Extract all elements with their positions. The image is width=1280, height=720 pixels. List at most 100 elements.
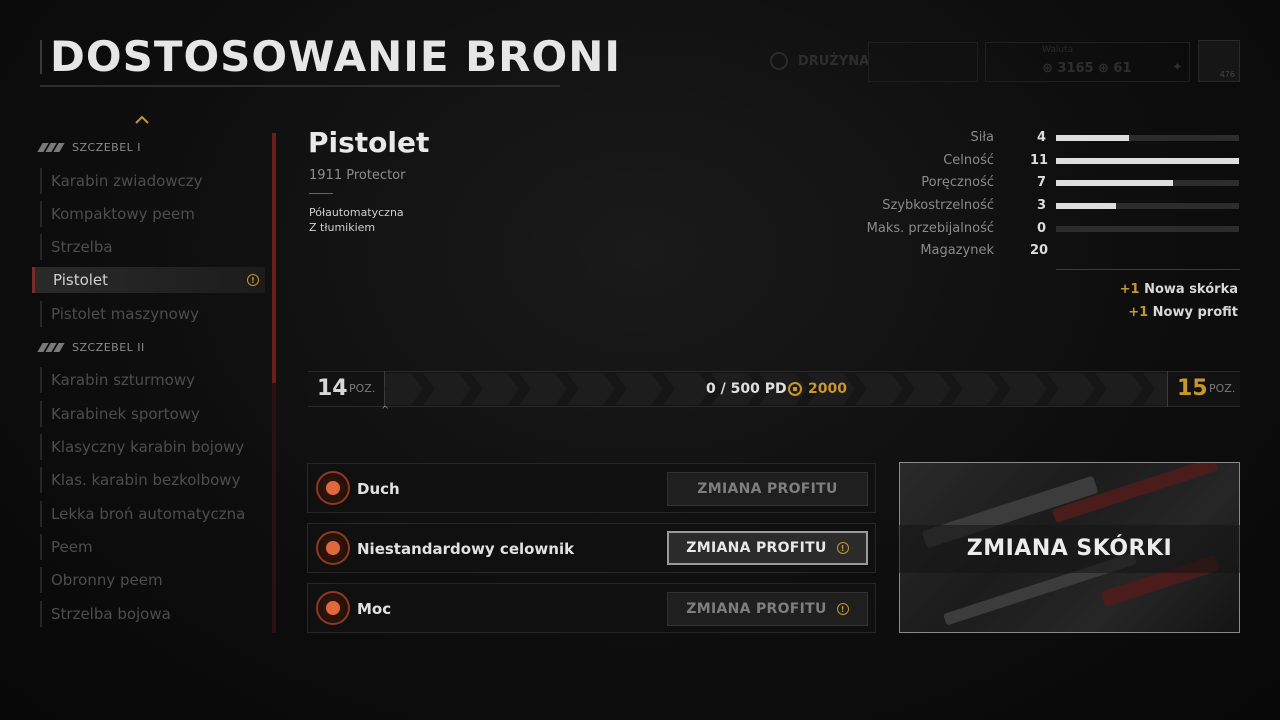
team-icon [770,52,788,70]
sidebar-item-lekka-bron-automatyczna[interactable]: Lekka broń automatyczna [40,501,265,527]
xp-chevron [903,373,951,405]
stat-bar-fill [1056,180,1174,186]
bar-tick-right [1167,371,1168,407]
xp-chevron [1047,373,1095,405]
stat-bar-porecznosc [1056,180,1239,186]
sidebar-item-peem[interactable]: Peem [40,534,265,560]
token-icon-small: ⊕ [1098,61,1114,76]
sidebar-item-strzelba[interactable]: Strzelba [40,234,265,260]
tier-label: SZCZEBEL II [72,341,145,354]
chevron-up-icon[interactable] [135,114,149,124]
page-title: DOSTOSOWANIE BRONI [50,32,621,81]
title-bracket [40,40,42,74]
xp-reward: 2000 [788,381,847,397]
sidebar-item-label: Strzelba [51,238,113,256]
perk-name: Duch [357,480,400,498]
weapon-name: 1911 Protector [309,168,406,183]
team-box [868,42,978,82]
scope-perk-icon [316,531,350,565]
title-underline [40,85,560,87]
currency-b-text: 61 [1113,61,1132,76]
tier-stripes-icon [37,143,65,152]
stat-bar-celnosc [1056,158,1239,164]
bar-tick-left [384,371,385,407]
stat-value-magazynek: 20 [1030,243,1049,258]
tier-label: SZCZEBEL I [72,141,142,154]
xp-reward-value: 2000 [808,381,847,397]
sidebar-item-klas-karabin-bezkolbowy[interactable]: Klas. karabin bezkolbowy [40,467,265,493]
perk-button-label: ZMIANA PROFITU [697,481,838,497]
stat-bar-sila [1056,135,1239,141]
avatar[interactable]: 476 [1198,40,1240,82]
reward-new-perk: +1 Nowy profit [1128,305,1238,320]
reward-plus: +1 [1128,305,1149,320]
perk-name: Niestandardowy celownik [357,540,575,558]
sidebar-item-karabin-zwiadowczy[interactable]: Karabin zwiadowczy [40,168,265,194]
team-label[interactable]: DRUŻYNA [798,54,869,69]
sidebar-item-karabinek-sportowy[interactable]: Karabinek sportowy [40,401,265,427]
progress-marker-icon: ^ [381,405,390,416]
stat-value-przebijalnosc: 0 [1036,221,1046,236]
sidebar-item-label: Peem [51,538,93,556]
sidebar-item-pistolet[interactable]: Pistolet ! [32,267,265,293]
xp-chevron [855,373,903,405]
sidebar-item-label: Karabin zwiadowczy [51,172,203,190]
sidebar-item-klasyczny-karabin-bojowy[interactable]: Klasyczny karabin bojowy [40,434,265,460]
stat-value-szybkostrzelnosc: 3 [1036,198,1046,213]
sidebar-item-label: Klasyczny karabin bojowy [51,438,245,456]
sidebar-item-label: Karabinek sportowy [51,405,200,423]
stat-bar-szybkostrzelnosc [1056,203,1239,209]
sidebar-item-pistolet-maszynowy[interactable]: Pistolet maszynowy [40,301,265,327]
xp-chevron [663,373,711,405]
stat-value-sila: 4 [1036,130,1046,145]
currency-a-text: 3165 [1057,61,1094,76]
sidebar-item-karabin-szturmowy[interactable]: Karabin szturmowy [40,367,265,393]
change-perk-button-duch[interactable]: ZMIANA PROFITU [667,472,868,506]
tier-header-1: SZCZEBEL I [37,141,142,154]
sidebar-item-kompaktowy-peem[interactable]: Kompaktowy peem [40,201,265,227]
stat-bar-fill [1056,158,1239,164]
stat-bar-przebijalnosc [1056,226,1239,232]
sidebar-item-label: Obronny peem [51,571,163,589]
xp-chevron [951,373,999,405]
stat-bar-fill [1056,203,1117,209]
stat-value-celnosc: 11 [1030,153,1049,168]
stat-bar-fill [1056,135,1130,141]
avatar-level: 476 [1219,70,1235,79]
reward-plus: +1 [1119,282,1140,297]
sidebar-item-label: Klas. karabin bezkolbowy [51,471,241,489]
sidebar-item-label: Kompaktowy peem [51,205,195,223]
sidebar-item-obronny-peem[interactable]: Obronny peem [40,567,265,593]
current-level-suffix: POZ. [349,382,376,395]
stat-label-porecznosc: Poręczność [921,175,994,190]
ghost-icon [316,471,350,505]
stat-label-magazynek: Magazynek [920,243,994,258]
change-perk-button-moc[interactable]: ZMIANA PROFITU ! [667,592,868,626]
stat-value-porecznosc: 7 [1036,175,1046,190]
reward-label: Nowa skórka [1144,282,1238,297]
sidebar-item-label: Lekka broń automatyczna [51,505,246,523]
xp-chevron [1095,373,1143,405]
settings-icon[interactable]: ✦ [1172,60,1183,75]
current-level: 14 [317,376,348,401]
stat-label-przebijalnosc: Maks. przebijalność [866,221,994,236]
sidebar-item-label: Pistolet [53,271,109,289]
perk-name: Moc [357,600,392,618]
xp-text: 0 / 500 PD [706,381,787,397]
sidebar-item-label: Strzelba bojowa [51,605,171,623]
stat-label-celnosc: Celność [943,153,994,168]
weapon-trait: Półautomatyczna [309,206,404,219]
sidebar-scroll-thumb[interactable] [272,133,276,383]
warning-icon: ! [836,603,849,615]
warning-icon: ! [247,274,259,286]
sidebar-item-label: Pistolet maszynowy [51,305,200,323]
xp-chevron [471,373,519,405]
stat-label-sila: Siła [970,130,994,145]
tier-stripes-icon [37,343,65,352]
sidebar-item-strzelba-bojowa[interactable]: Strzelba bojowa [40,601,265,627]
reward-label: Nowy profit [1152,305,1238,320]
currency-label: Waluta [1042,45,1074,55]
stat-label-szybkostrzelnosc: Szybkostrzelność [882,198,994,213]
next-level-suffix: POZ. [1209,382,1236,395]
change-perk-button-celownik[interactable]: ZMIANA PROFITU ! [667,531,868,565]
